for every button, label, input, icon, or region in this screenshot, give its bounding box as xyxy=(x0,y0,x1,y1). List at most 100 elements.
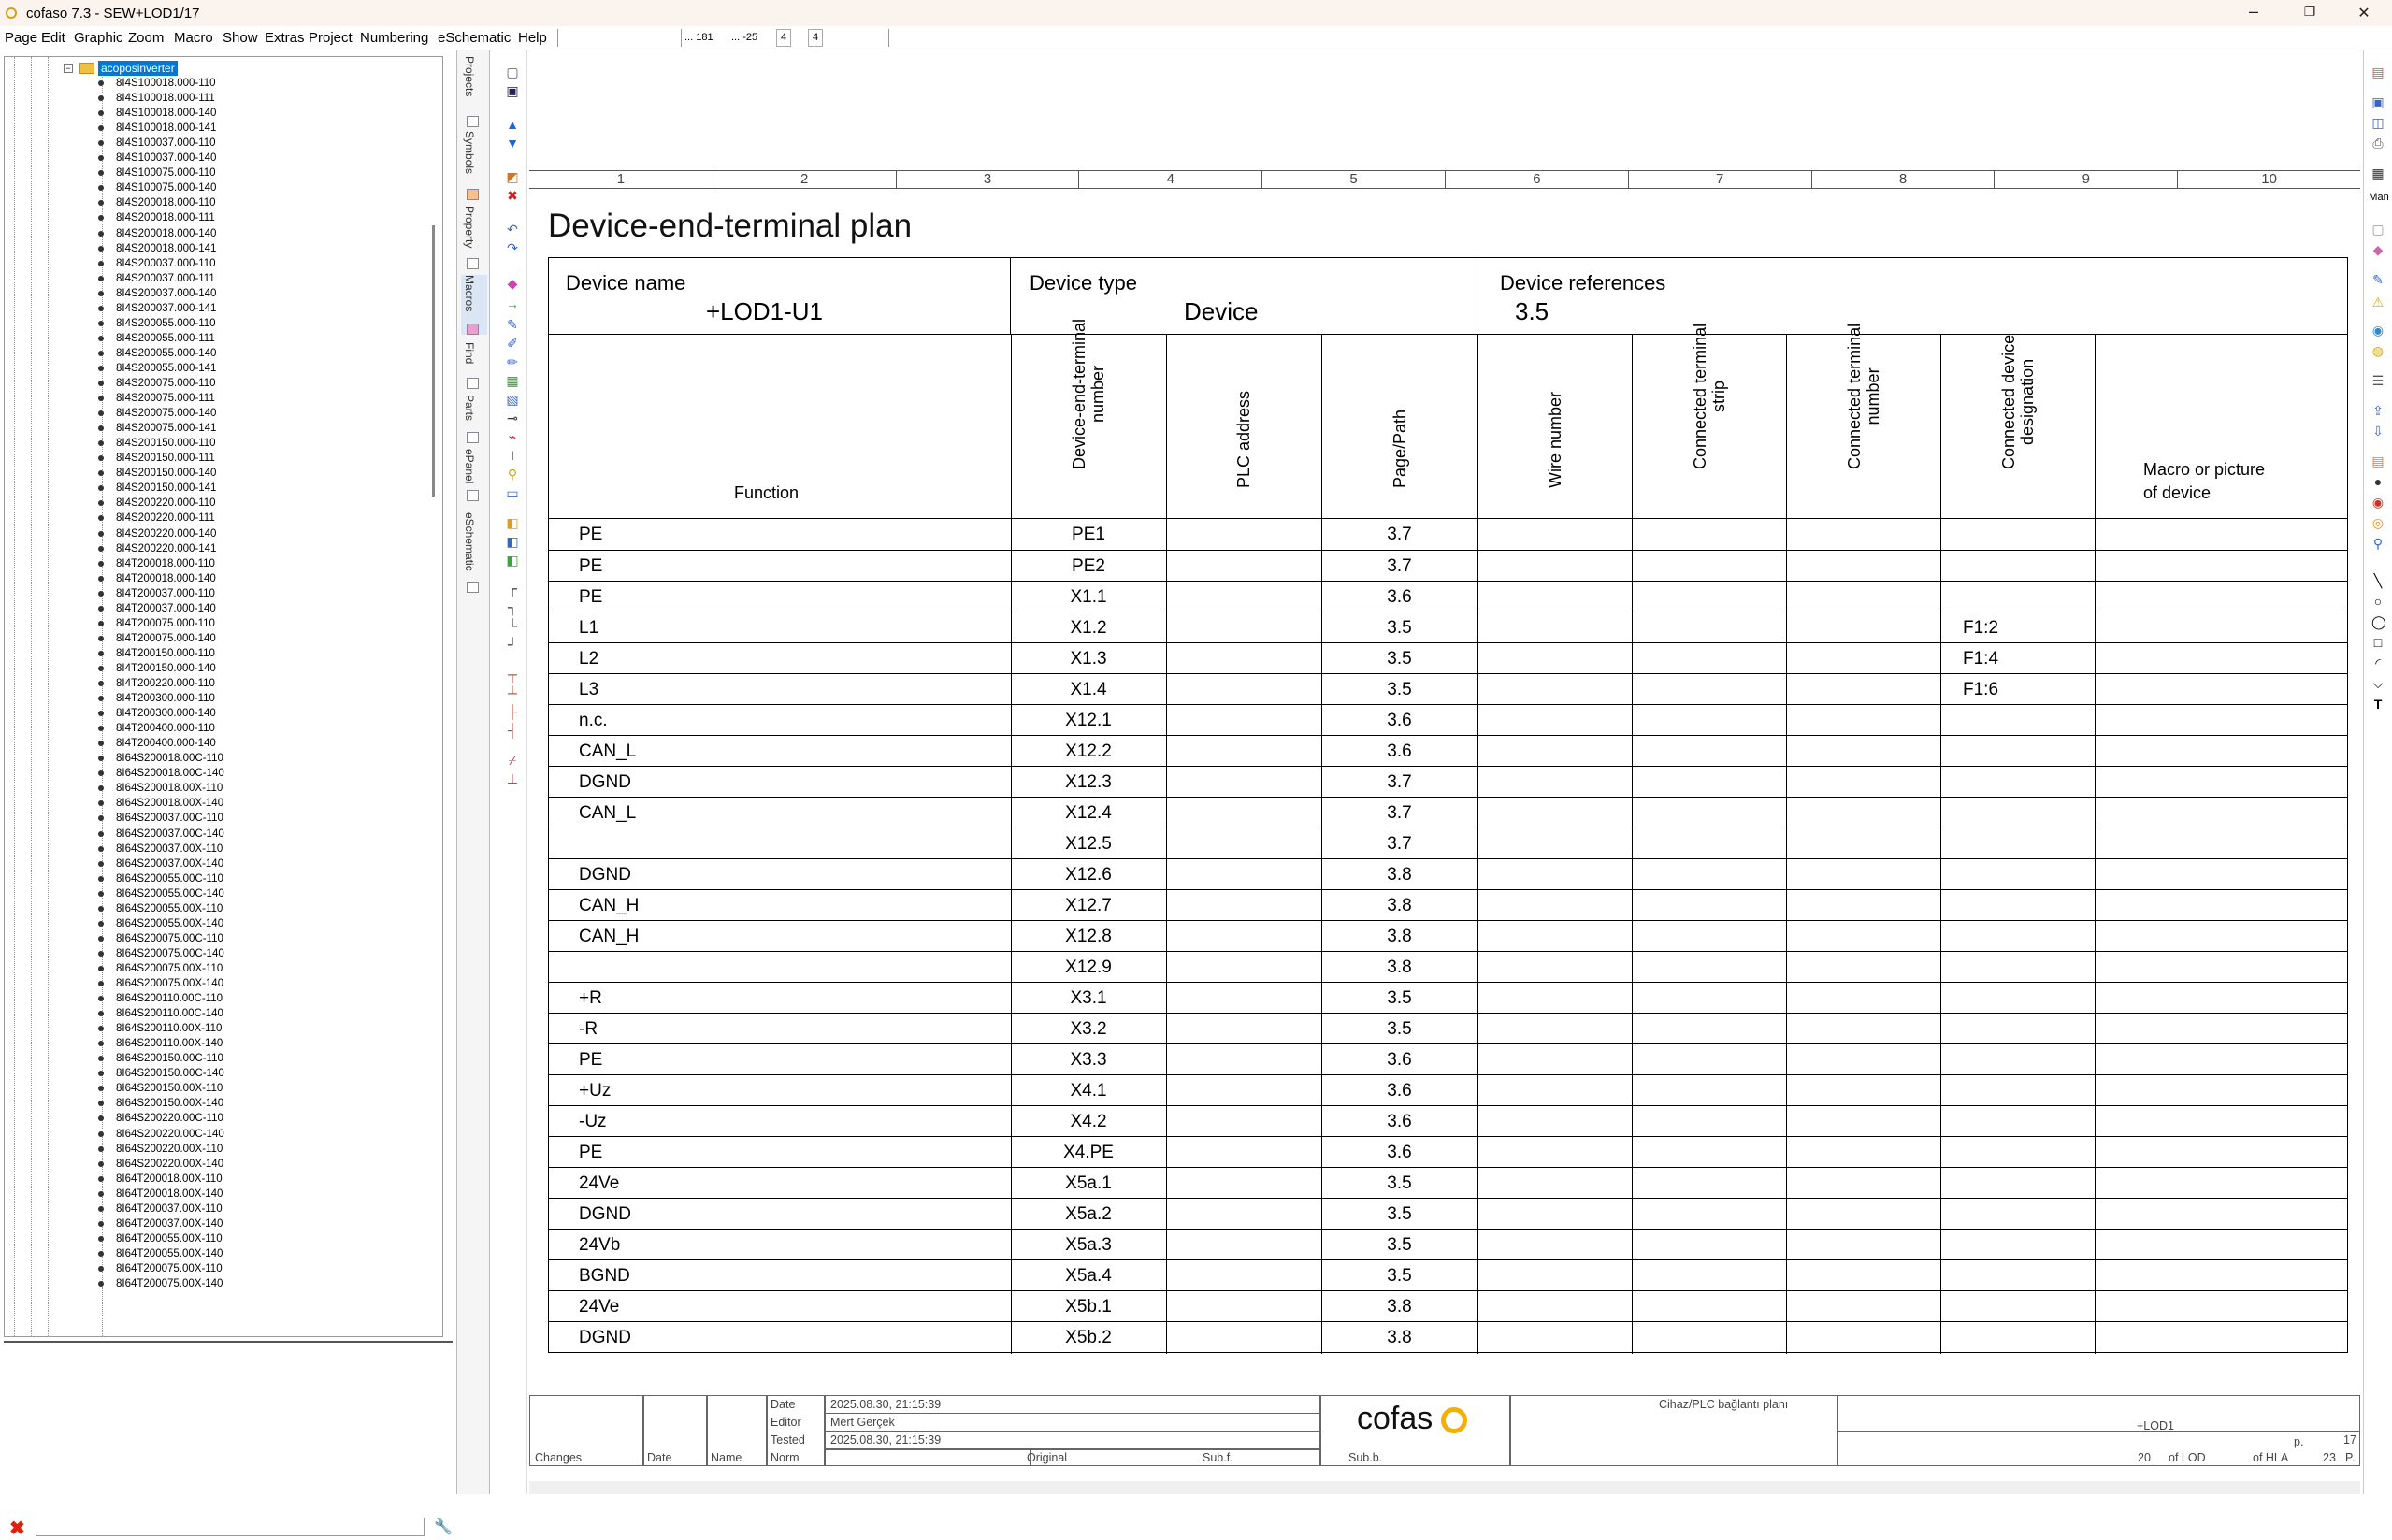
menu-help[interactable]: Help xyxy=(518,30,547,46)
menu-extras[interactable]: Extras xyxy=(265,30,305,46)
table-row[interactable]: L3 X1.4 3.5 F1:6 xyxy=(549,673,2347,704)
menu-graphic[interactable]: Graphic xyxy=(74,30,123,46)
menu-project[interactable]: Project xyxy=(309,30,353,46)
table-row[interactable]: 24Ve X5b.1 3.8 xyxy=(549,1290,2347,1321)
tee-right-icon[interactable]: ├ xyxy=(506,705,519,718)
draw-arc-icon[interactable]: ◜ xyxy=(2371,656,2385,669)
rectangle-icon[interactable]: ▭ xyxy=(506,486,519,499)
interrupt-icon[interactable]: ⌿ xyxy=(506,754,519,767)
pencil-icon[interactable]: ✎ xyxy=(506,318,519,331)
menu-macro[interactable]: Macro xyxy=(174,30,213,46)
tee-left-icon[interactable]: ┤ xyxy=(506,724,519,737)
menu-eschematic[interactable]: eSchematic xyxy=(438,30,511,46)
import-icon[interactable]: ⇩ xyxy=(2371,425,2385,438)
report-icon[interactable]: ▤ xyxy=(2371,454,2385,468)
table-row[interactable]: 24Ve X5a.1 3.5 xyxy=(549,1167,2347,1198)
tab-projects[interactable]: Projects xyxy=(461,56,487,127)
table-row[interactable]: +Uz X4.1 3.6 xyxy=(549,1074,2347,1105)
corner-tl-icon[interactable]: ┌ xyxy=(506,582,519,595)
table-row[interactable]: -Uz X4.2 3.6 xyxy=(549,1105,2347,1136)
export-icon[interactable]: ⇪ xyxy=(2371,404,2385,417)
table-row[interactable]: DGND X5b.2 3.8 xyxy=(549,1321,2347,1352)
grid-icon[interactable]: ▦ xyxy=(506,374,519,387)
edit-icon[interactable]: ✏ xyxy=(506,355,519,368)
table-row[interactable]: PE X3.3 3.6 xyxy=(549,1043,2347,1074)
undo-icon[interactable]: ↶ xyxy=(506,223,519,236)
record-icon[interactable]: ◉ xyxy=(2371,496,2385,509)
clear-filter-icon[interactable]: ✖ xyxy=(9,1517,25,1540)
table-row[interactable]: PE PE1 3.7 xyxy=(549,519,2347,550)
menu-show[interactable]: Show xyxy=(223,30,258,46)
tab-macros[interactable]: Macros xyxy=(461,275,487,335)
wrench-icon[interactable]: 🔧 xyxy=(434,1518,453,1536)
table-row[interactable]: L1 X1.2 3.5 F1:2 xyxy=(549,612,2347,642)
select-icon[interactable]: ▧ xyxy=(506,393,519,406)
table-row[interactable]: CAN_H X12.8 3.8 xyxy=(549,920,2347,951)
save-icon[interactable]: ▣ xyxy=(506,84,519,97)
horizontal-scrollbar[interactable] xyxy=(529,1481,2360,1494)
menu-zoom[interactable]: Zoom xyxy=(128,30,164,46)
table-row[interactable]: PE X4.PE 3.6 xyxy=(549,1136,2347,1167)
table-row[interactable]: DGND X12.6 3.8 xyxy=(549,858,2347,889)
redo-icon[interactable]: ↷ xyxy=(506,241,519,254)
filter-input[interactable] xyxy=(36,1518,425,1536)
tab-eschematic[interactable]: eSchematic xyxy=(461,512,487,597)
macro-tree[interactable]: − acoposinverter 8I4S100018.000-110 8I4S1… xyxy=(4,56,443,1337)
arrow-right-icon[interactable]: → xyxy=(506,297,519,310)
table-row[interactable]: CAN_H X12.7 3.8 xyxy=(549,889,2347,920)
new-page-icon[interactable]: ▢ xyxy=(506,65,519,79)
draw-rectangle-icon[interactable]: □ xyxy=(2371,636,2385,649)
arrow-up-icon[interactable]: ▲ xyxy=(506,118,519,131)
measure-icon[interactable]: I xyxy=(506,449,519,462)
grid-y-field[interactable]: 4 xyxy=(808,29,824,47)
device-icon[interactable]: ▦ xyxy=(2371,166,2385,180)
marker-orange-icon[interactable]: ◧ xyxy=(506,516,519,529)
table-row[interactable]: CAN_L X12.2 3.6 xyxy=(549,735,2347,766)
marker-blue-icon[interactable]: ◧ xyxy=(506,535,519,548)
sheet-icon[interactable]: ▢ xyxy=(2371,223,2385,236)
corner-br-icon[interactable]: ┘ xyxy=(506,638,519,651)
tab-property[interactable]: Property xyxy=(461,206,487,269)
cross-icon[interactable]: ⊥ xyxy=(506,772,519,785)
tool-icon[interactable]: ✎ xyxy=(2371,273,2385,286)
draw-ellipse-icon[interactable]: ◯ xyxy=(2371,615,2386,628)
tab-find[interactable]: Find xyxy=(461,342,487,389)
collapse-toggle-icon[interactable]: − xyxy=(64,64,73,73)
list-icon[interactable]: ☰ xyxy=(2371,374,2385,387)
corner-tr-icon[interactable]: ┐ xyxy=(506,600,519,613)
table-row[interactable]: DGND X5a.2 3.5 xyxy=(549,1198,2347,1229)
link-icon[interactable]: ⚲ xyxy=(2371,537,2385,550)
marker-icon[interactable]: ◆ xyxy=(506,277,519,290)
ball-icon[interactable]: ● xyxy=(2371,475,2385,488)
rss-icon[interactable]: ◩ xyxy=(506,170,519,183)
manual-label[interactable]: Man xyxy=(2366,191,2392,204)
delete-icon[interactable]: ✖ xyxy=(506,189,519,202)
table-row[interactable]: n.c. X12.1 3.6 xyxy=(549,704,2347,735)
layout-icon[interactable]: ◫ xyxy=(2371,116,2385,129)
table-row[interactable]: +R X3.1 3.5 xyxy=(549,982,2347,1013)
close-button[interactable]: ✕ xyxy=(2345,4,2383,22)
circle-icon[interactable]: ◎ xyxy=(2371,516,2385,529)
print-icon[interactable]: ⎙ xyxy=(2371,137,2385,150)
pen-icon[interactable]: ✐ xyxy=(506,337,519,350)
grid-x-field[interactable]: 4 xyxy=(776,29,792,47)
tree-scrollbar[interactable] xyxy=(432,225,435,497)
table-row[interactable]: PE X1.1 3.6 xyxy=(549,581,2347,612)
menu-page[interactable]: Page xyxy=(5,30,37,46)
bulb-icon[interactable]: ◍ xyxy=(2371,344,2385,357)
minimize-button[interactable]: – xyxy=(2235,2,2272,22)
table-row[interactable]: L2 X1.3 3.5 F1:4 xyxy=(549,642,2347,673)
warning-icon[interactable]: ⚠ xyxy=(2371,295,2385,309)
arrow-down-icon[interactable]: ▼ xyxy=(506,137,519,150)
draw-circle-icon[interactable]: ○ xyxy=(2371,595,2385,608)
draw-polyline-icon[interactable]: ⌵ xyxy=(2371,677,2385,690)
database-icon[interactable]: ◉ xyxy=(2371,324,2385,337)
connector-icon[interactable]: ⊸ xyxy=(506,411,519,425)
table-row[interactable]: DGND X12.3 3.7 xyxy=(549,766,2347,797)
maximize-button[interactable]: ❐ xyxy=(2291,4,2328,20)
table-row[interactable]: X12.5 3.7 xyxy=(549,828,2347,858)
tab-epanel[interactable]: ePanel xyxy=(461,449,487,505)
pdf-icon[interactable]: ▤ xyxy=(2371,65,2385,79)
table-row[interactable]: BGND X5a.4 3.5 xyxy=(549,1259,2347,1290)
menu-numbering[interactable]: Numbering xyxy=(360,30,428,46)
